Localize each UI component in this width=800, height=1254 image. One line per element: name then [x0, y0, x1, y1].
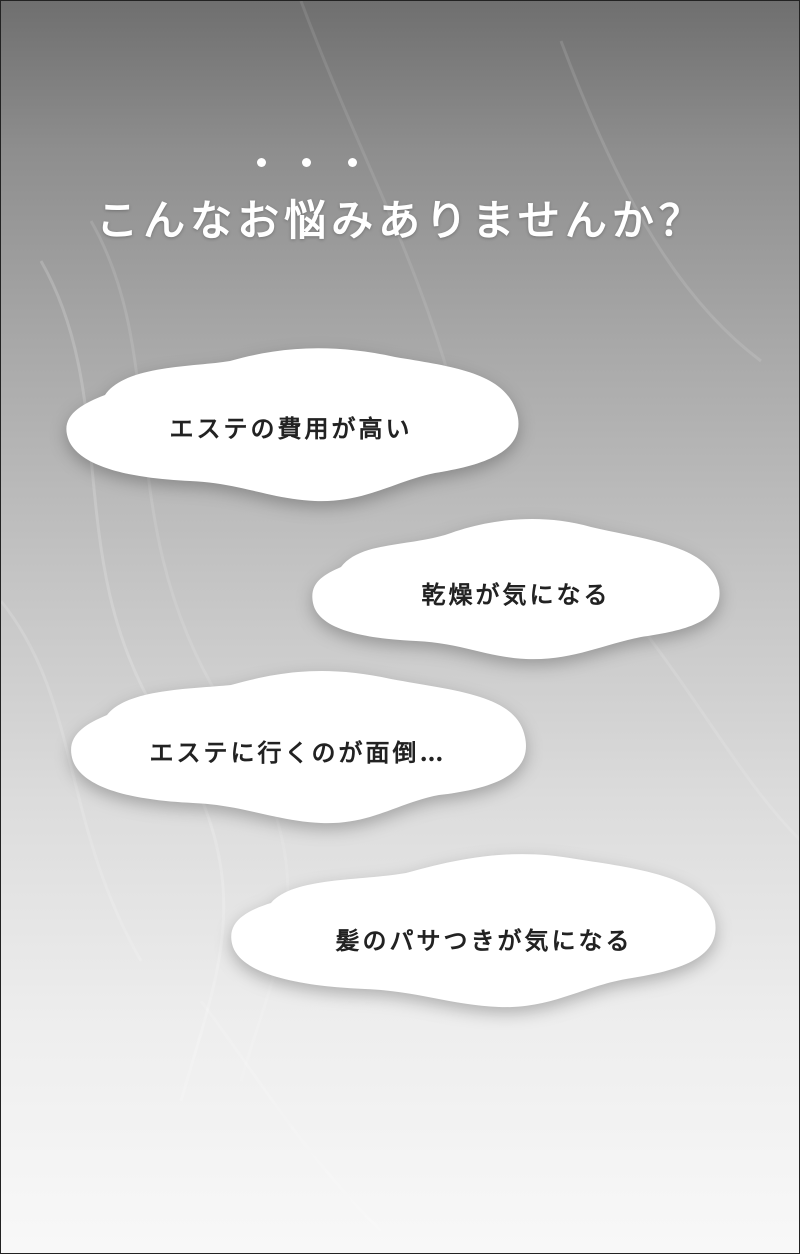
worry-cloud-4: 髪のパサつきが気になる [231, 847, 717, 1011]
worry-text: エステの費用が高い [169, 414, 413, 443]
section-title: こんなお悩みありませんか？ [96, 196, 706, 245]
emphasis-dot [348, 158, 357, 167]
worry-text: 髪のパサつきが気になる [335, 926, 633, 955]
worry-text: エステに行くのが面倒… [149, 738, 447, 767]
worry-cloud-1: エステの費用が高い [65, 343, 521, 507]
title-emphasis-dots [257, 158, 367, 172]
worries-section: こんなお悩みありませんか？ エステの費用が高い 乾燥が気になる エステに行くのが… [0, 0, 800, 1254]
emphasis-dot [257, 158, 266, 167]
worry-text: 乾燥が気になる [421, 580, 611, 609]
emphasis-dot [302, 158, 311, 167]
worry-cloud-2: 乾燥が気になる [311, 511, 721, 663]
worry-cloud-3: エステに行くのが面倒… [71, 665, 527, 827]
